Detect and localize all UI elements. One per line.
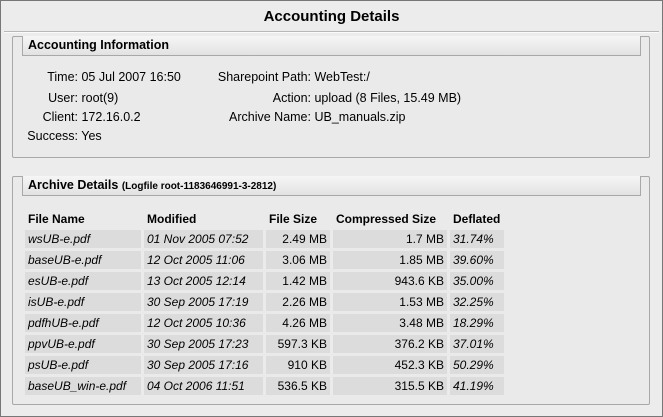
table-row: ppvUB-e.pdf 30 Sep 2005 17:23 597.3 KB 3… [25, 335, 504, 353]
compressed-size-cell: 452.3 KB [333, 356, 450, 374]
table-row: pdfhUB-e.pdf 12 Oct 2005 10:36 4.26 MB 3… [25, 314, 504, 332]
client-row: Client: 172.16.0.2 [21, 110, 141, 124]
column-header-file-size: File Size [269, 212, 318, 226]
deflated-cell: 41.19% [450, 377, 504, 395]
window-title: Accounting Details [263, 8, 400, 25]
deflated-cell: 39.60% [450, 251, 504, 269]
compressed-size-cell: 3.48 MB [333, 314, 450, 332]
file-name-cell: baseUB-e.pdf [25, 251, 144, 269]
table-row: psUB-e.pdf 30 Sep 2005 17:16 910 KB 452.… [25, 356, 504, 374]
logfile-label: (Logfile root-1183646991-3-2812) [121, 181, 277, 192]
compressed-size-cell: 943.6 KB [333, 272, 450, 290]
sharepoint-path-value: WebTest:/ [314, 70, 370, 84]
column-header-deflated: Deflated [453, 212, 501, 226]
deflated-cell: 31.74% [450, 230, 504, 248]
user-value: root(9) [81, 91, 119, 105]
modified-cell: 04 Oct 2006 11:51 [144, 377, 266, 395]
table-row: esUB-e.pdf 13 Oct 2005 12:14 1.42 MB 943… [25, 272, 504, 290]
table-row: wsUB-e.pdf 01 Nov 2005 07:52 2.49 MB 1.7… [25, 230, 504, 248]
archive-name-label: Archive Name: [229, 110, 311, 124]
table-row: baseUB_win-e.pdf 04 Oct 2006 11:51 536.5… [25, 377, 504, 395]
time-row: Time: 05 Jul 2007 16:50 [21, 70, 181, 84]
compressed-size-cell: 376.2 KB [333, 335, 450, 353]
file-name-cell: isUB-e.pdf [25, 293, 144, 311]
deflated-cell: 32.25% [450, 293, 504, 311]
deflated-cell: 50.29% [450, 356, 504, 374]
column-header-compressed-size: Compressed Size [336, 212, 437, 226]
success-row: Success: Yes [21, 129, 102, 143]
table-row: baseUB-e.pdf 12 Oct 2005 11:06 3.06 MB 1… [25, 251, 504, 269]
user-row: User: root(9) [21, 91, 118, 105]
deflated-cell: 35.00% [450, 272, 504, 290]
compressed-size-cell: 1.7 MB [333, 230, 450, 248]
client-label: Client: [42, 110, 78, 124]
file-size-cell: 2.49 MB [266, 230, 333, 248]
success-label: Success: [27, 129, 78, 143]
column-header-file-name: File Name [28, 212, 85, 226]
modified-cell: 30 Sep 2005 17:23 [144, 335, 266, 353]
file-name-cell: ppvUB-e.pdf [25, 335, 144, 353]
title-divider [4, 31, 659, 33]
modified-cell: 30 Sep 2005 17:19 [144, 293, 266, 311]
deflated-cell: 18.29% [450, 314, 504, 332]
file-name-cell: pdfhUB-e.pdf [25, 314, 144, 332]
time-value: 05 Jul 2007 16:50 [81, 70, 181, 84]
file-size-cell: 1.42 MB [266, 272, 333, 290]
file-name-cell: wsUB-e.pdf [25, 230, 144, 248]
file-name-cell: esUB-e.pdf [25, 272, 144, 290]
accounting-information-header: Accounting Information [22, 36, 641, 56]
file-size-cell: 4.26 MB [266, 314, 333, 332]
modified-cell: 12 Oct 2005 11:06 [144, 251, 266, 269]
time-label: Time: [47, 70, 78, 84]
archive-details-header: Archive Details (Logfile root-1183646991… [22, 176, 641, 196]
modified-cell: 30 Sep 2005 17:16 [144, 356, 266, 374]
modified-cell: 13 Oct 2005 12:14 [144, 272, 266, 290]
file-name-cell: psUB-e.pdf [25, 356, 144, 374]
file-size-cell: 3.06 MB [266, 251, 333, 269]
modified-cell: 01 Nov 2005 07:52 [144, 230, 266, 248]
file-name-cell: baseUB_win-e.pdf [25, 377, 144, 395]
table-row: isUB-e.pdf 30 Sep 2005 17:19 2.26 MB 1.5… [25, 293, 504, 311]
action-row: Action: upload (8 Files, 15.49 MB) [212, 91, 461, 105]
file-size-cell: 536.5 KB [266, 377, 333, 395]
sharepoint-path-label: Sharepoint Path: [217, 70, 311, 84]
file-size-cell: 597.3 KB [266, 335, 333, 353]
archive-files-table: File Name Modified File Size Compressed … [25, 208, 504, 398]
archive-name-value: UB_manuals.zip [314, 110, 406, 124]
accounting-information-title: Accounting Information [28, 38, 169, 52]
accounting-details-window: Accounting Details Accounting Informatio… [0, 0, 663, 417]
column-header-modified: Modified [147, 212, 197, 226]
deflated-cell: 37.01% [450, 335, 504, 353]
table-header-row: File Name Modified File Size Compressed … [25, 211, 504, 227]
action-label: Action: [272, 91, 311, 105]
archive-details-title: Archive Details [28, 178, 119, 192]
compressed-size-cell: 315.5 KB [333, 377, 450, 395]
client-value: 172.16.0.2 [81, 110, 141, 124]
file-size-cell: 2.26 MB [266, 293, 333, 311]
modified-cell: 12 Oct 2005 10:36 [144, 314, 266, 332]
file-size-cell: 910 KB [266, 356, 333, 374]
compressed-size-cell: 1.53 MB [333, 293, 450, 311]
compressed-size-cell: 1.85 MB [333, 251, 450, 269]
action-value: upload (8 Files, 15.49 MB) [314, 91, 462, 105]
sharepoint-path-row: Sharepoint Path: WebTest:/ [212, 70, 370, 84]
user-label: User: [48, 91, 78, 105]
archive-name-row: Archive Name: UB_manuals.zip [212, 110, 406, 124]
success-value: Yes [81, 129, 102, 143]
